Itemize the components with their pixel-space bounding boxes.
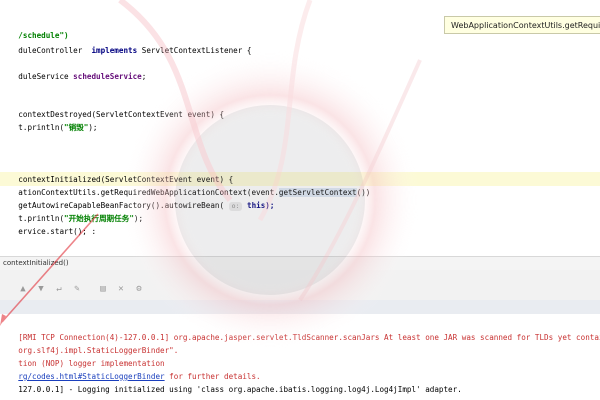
print-icon[interactable]: ▤ xyxy=(98,284,108,294)
code-line-10-text: ervice.start(); : xyxy=(18,227,97,236)
log-line-5-text: 127.0.0.1] - Logging initialized using '… xyxy=(18,385,462,394)
code-editor[interactable]: /schedule") duleController implements Se… xyxy=(0,0,600,256)
log-line-1: [RMI TCP Connection(4)-127.0.0.1] org.ap… xyxy=(0,318,600,342)
code-line-9[interactable]: t.println("开始执行周期任务"); xyxy=(0,199,143,223)
log-line-5: 127.0.0.1] - Logging initialized using '… xyxy=(0,370,461,394)
breadcrumb-item[interactable]: contextInitialized() xyxy=(3,259,69,267)
arrow-up-icon[interactable]: ▲ xyxy=(18,284,28,294)
code-line-5-post: ); xyxy=(88,123,98,132)
settings-icon[interactable]: ⚙ xyxy=(134,284,144,294)
code-line-4[interactable]: contextDestroyed(ServletContextEvent eve… xyxy=(0,95,224,119)
keyword-implements: implements xyxy=(91,46,138,55)
code-line-8[interactable]: getAutowireCapableBeanFactory().autowire… xyxy=(0,186,274,211)
code-line-9-post: ); xyxy=(133,214,144,223)
string-literal: "销毁" xyxy=(64,123,89,132)
code-line-5[interactable]: t.println("销毁"); xyxy=(0,108,97,132)
log-line-4: rg/codes.html#StaticLoggerBinder for fur… xyxy=(0,357,260,381)
arrow-down-icon[interactable]: ▼ xyxy=(36,284,46,294)
highlighted-method: getServletContext xyxy=(278,188,357,197)
log-line-2: org.slf4j.impl.StaticLoggerBinder". xyxy=(0,331,178,355)
keyword-this: this); xyxy=(242,201,275,210)
wrap-icon[interactable]: ↵ xyxy=(54,284,64,294)
breadcrumb[interactable]: contextInitialized() xyxy=(0,256,600,270)
field-scheduleService: scheduleService xyxy=(73,72,142,81)
code-line-2-post: ServletContextListener { xyxy=(137,46,252,55)
log-line-3: tion (NOP) logger implementation xyxy=(0,344,164,368)
code-line-6[interactable]: contextInitialized(ServletContextEvent e… xyxy=(0,160,233,184)
code-line-2-pre: duleController xyxy=(18,46,92,55)
code-line-5-pre: t.println( xyxy=(18,123,65,132)
quick-info-tooltip: WebApplicationContextUtils.getRequiredWe… xyxy=(444,16,600,34)
pin-icon[interactable]: ✎ xyxy=(72,284,82,294)
console-output[interactable]: [RMI TCP Connection(4)-127.0.0.1] org.ap… xyxy=(0,314,600,400)
code-line-10[interactable]: ervice.start(); : xyxy=(0,212,96,236)
code-line-3-post: ; xyxy=(141,72,147,81)
code-line-3[interactable]: duleService scheduleService; xyxy=(0,57,146,81)
parameter-hint: o: xyxy=(228,202,243,211)
trash-icon[interactable]: ✕ xyxy=(116,284,126,294)
panel-divider xyxy=(0,270,600,278)
code-line-7[interactable]: ationContextUtils.getRequiredWebApplicat… xyxy=(0,173,370,197)
code-line-7-post: ()) xyxy=(356,188,371,197)
code-line-3-pre: duleService xyxy=(18,72,74,81)
run-toolbar: ▲ ▼ ↵ ✎ ▤ ✕ ⚙ xyxy=(0,278,600,301)
code-line-1[interactable]: /schedule") xyxy=(0,16,68,40)
code-line-2[interactable]: duleController implements ServletContext… xyxy=(0,31,251,55)
console-tab-bar xyxy=(0,300,600,315)
tooltip-text: WebApplicationContextUtils.getRequiredWe… xyxy=(451,21,600,30)
